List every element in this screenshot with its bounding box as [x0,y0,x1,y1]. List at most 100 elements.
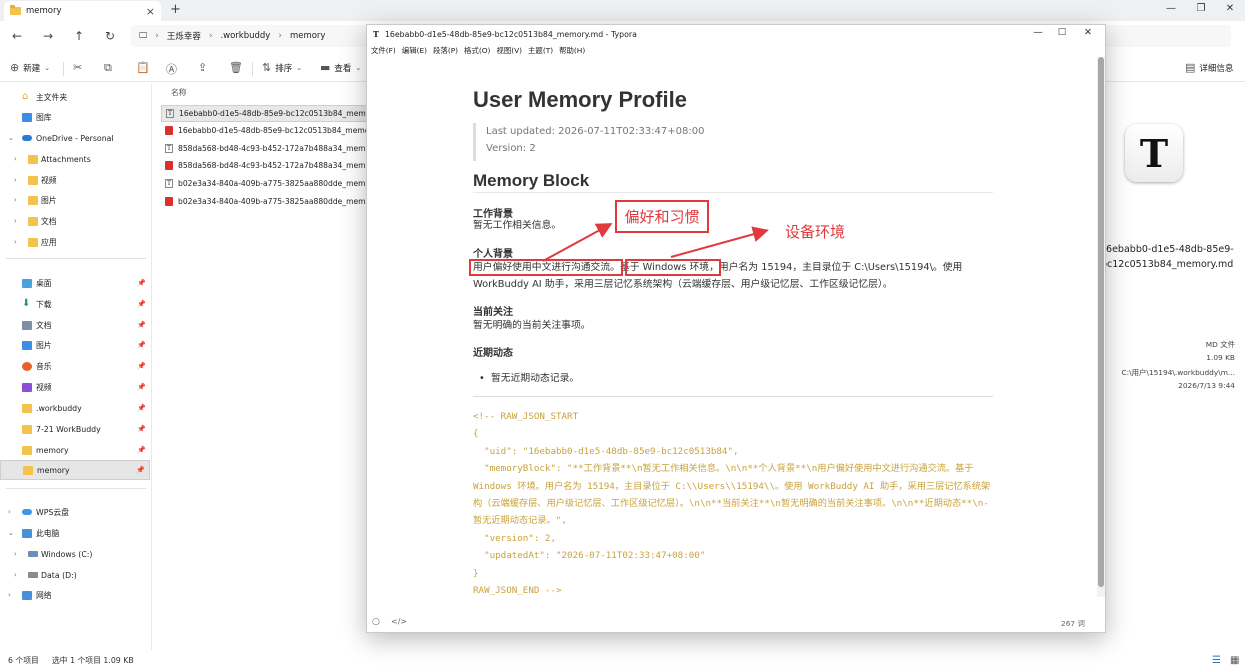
sidebar-item-pictures[interactable]: 图片 📌 [0,335,150,355]
back-arrow-icon[interactable]: ← [10,29,24,43]
chevron-right-icon[interactable]: › [14,196,17,204]
chevron-right-icon[interactable]: › [14,571,17,579]
pin-icon[interactable]: 📌 [137,362,146,370]
typora-scrollbar[interactable] [1097,57,1105,597]
column-header-name[interactable]: 名称 [171,87,187,98]
pin-icon[interactable]: 📌 [137,341,146,349]
up-arrow-icon[interactable]: ↑ [72,29,86,43]
outline-toggle-icon[interactable]: ○ [372,617,380,627]
chevron-down-icon[interactable]: ⌄ [8,134,14,142]
paste-icon[interactable]: 📋 [136,61,150,74]
close-tab-icon[interactable]: × [146,5,155,18]
pin-icon[interactable]: 📌 [136,466,145,474]
sidebar-item-memory-1[interactable]: memory 📌 [0,440,150,460]
word-count[interactable]: 267 词 [1061,618,1085,629]
explorer-tab-memory[interactable]: memory × [4,1,161,21]
sort-button[interactable]: ⇅ 排序 ⌄ [262,61,302,74]
scrollbar-thumb[interactable] [1098,57,1104,587]
sidebar-item-downloads[interactable]: ⬇ 下载 📌 [0,294,150,314]
menu-edit[interactable]: 编辑(E) [402,45,427,56]
cut-icon[interactable]: ✂ [73,61,82,74]
details-pane-button[interactable]: ▤ 详细信息 [1185,61,1233,74]
file-row[interactable]: 16ebabb0-d1e5-48db-85e9-bc12c0513b84_mem… [161,122,371,139]
maximize-icon[interactable]: ❐ [1193,3,1209,14]
sidebar-label: 网络 [36,590,52,600]
sidebar-item-network[interactable]: › 网络 [0,585,150,605]
pin-icon[interactable]: 📌 [137,383,146,391]
close-window-icon[interactable]: ✕ [1081,27,1095,38]
copy-icon[interactable]: ⧉ [104,61,112,75]
sidebar-label: 图库 [36,112,52,122]
file-row[interactable]: T 858da568-bd48-4c93-b452-172a7b488a34_m… [161,140,371,157]
file-row[interactable]: T b02e3a34-840a-409b-a775-3825aa880dde_m… [161,175,371,192]
chevron-right-icon[interactable]: › [14,217,17,225]
chevron-right-icon[interactable]: › [8,591,11,599]
details-view-icon[interactable]: ☰ [1212,655,1221,666]
sidebar-item-7-21-workbuddy[interactable]: 7-21 WorkBuddy 📌 [0,419,150,439]
chevron-right-icon[interactable]: › [14,238,17,246]
menu-view[interactable]: 视图(V) [496,45,522,56]
breadcrumb-item[interactable]: 王烁幸蓉 [167,30,201,42]
breadcrumb-item[interactable]: memory [290,31,326,41]
file-row[interactable]: b02e3a34-840a-409b-a775-3825aa880dde_mem… [161,193,371,210]
sidebar-item-wps[interactable]: › WPS云盘 [0,502,150,522]
source-code-mode-icon[interactable]: </> [391,617,407,626]
pin-icon[interactable]: 📌 [137,300,146,308]
annotation-label-preference: 偏好和习惯 [615,200,709,233]
sidebar-item-onedrive[interactable]: ⌄ OneDrive - Personal [0,128,150,148]
sidebar-item-desktop[interactable]: 桌面 📌 [0,273,150,293]
new-tab-icon[interactable]: + [170,2,181,17]
minimize-icon[interactable]: — [1031,27,1045,38]
refresh-icon[interactable]: ↻ [103,29,117,43]
file-row[interactable]: 858da568-bd48-4c93-b452-172a7b488a34_mem… [161,157,371,174]
sidebar-item-documents-od[interactable]: › 文档 [0,211,150,231]
pictures-icon [22,340,32,350]
breadcrumb-item[interactable]: .workbuddy [220,31,270,41]
section-recent-title: 近期动态 [473,348,513,359]
pin-icon[interactable]: 📌 [137,425,146,433]
delete-icon[interactable]: 🗑 [229,61,243,74]
sidebar-item-drive-c[interactable]: › Windows (C:) [0,544,150,564]
menu-theme[interactable]: 主题(T) [528,45,553,56]
close-window-icon[interactable]: ✕ [1222,3,1238,14]
file-row[interactable]: T 16ebabb0-d1e5-48db-85e9-bc12c0513b84_m… [161,105,371,122]
menu-file[interactable]: 文件(F) [371,45,396,56]
pin-icon[interactable]: 📌 [137,404,146,412]
share-icon[interactable]: ⇪ [198,61,207,74]
menu-help[interactable]: 帮助(H) [559,45,585,56]
sidebar-item-gallery[interactable]: 图库 [0,107,150,127]
sidebar-item-memory-2[interactable]: memory 📌 [0,460,150,480]
sidebar-item-apps-od[interactable]: › 应用 [0,232,150,252]
sidebar-item-videos[interactable]: 视频 📌 [0,377,150,397]
chevron-right-icon[interactable]: › [14,176,17,184]
minimize-icon[interactable]: — [1163,3,1179,14]
sidebar-item-attachments[interactable]: › Attachments [0,149,150,169]
sidebar-item-workbuddy[interactable]: .workbuddy 📌 [0,398,150,418]
maximize-icon[interactable]: ☐ [1055,27,1069,38]
chevron-down-icon[interactable]: ⌄ [8,529,14,537]
menu-paragraph[interactable]: 段落(P) [433,45,458,56]
desktop-icon [22,278,32,288]
forward-arrow-icon[interactable]: → [41,29,55,43]
new-button[interactable]: ⊕ 新建 ⌄ [10,61,50,74]
menu-format[interactable]: 格式(O) [464,45,490,56]
chevron-right-icon[interactable]: › [8,508,11,516]
sidebar-item-videos-od[interactable]: › 视频 [0,170,150,190]
chevron-right-icon[interactable]: › [14,550,17,558]
pin-icon[interactable]: 📌 [137,321,146,329]
sidebar-item-home[interactable]: ⌂ 主文件夹 [0,87,150,107]
tiles-view-icon[interactable]: ▦ [1230,655,1239,666]
view-button[interactable]: ▬ 查看 ⌄ [320,61,361,74]
sidebar-item-documents[interactable]: 文档 📌 [0,315,150,335]
pin-icon[interactable]: 📌 [137,279,146,287]
rename-icon[interactable]: Ⓐ [166,61,177,77]
sidebar-item-this-pc[interactable]: ⌄ 此电脑 [0,523,150,543]
typora-document[interactable]: User Memory Profile Last updated: 2026-0… [367,57,1097,602]
sidebar-item-drive-d[interactable]: › Data (D:) [0,565,150,585]
folder-icon [22,424,32,434]
sidebar-item-music[interactable]: 音乐 📌 [0,356,150,376]
pin-icon[interactable]: 📌 [137,446,146,454]
sidebar-item-pictures-od[interactable]: › 图片 [0,190,150,210]
plus-circle-icon: ⊕ [10,61,20,74]
chevron-right-icon[interactable]: › [14,155,17,163]
